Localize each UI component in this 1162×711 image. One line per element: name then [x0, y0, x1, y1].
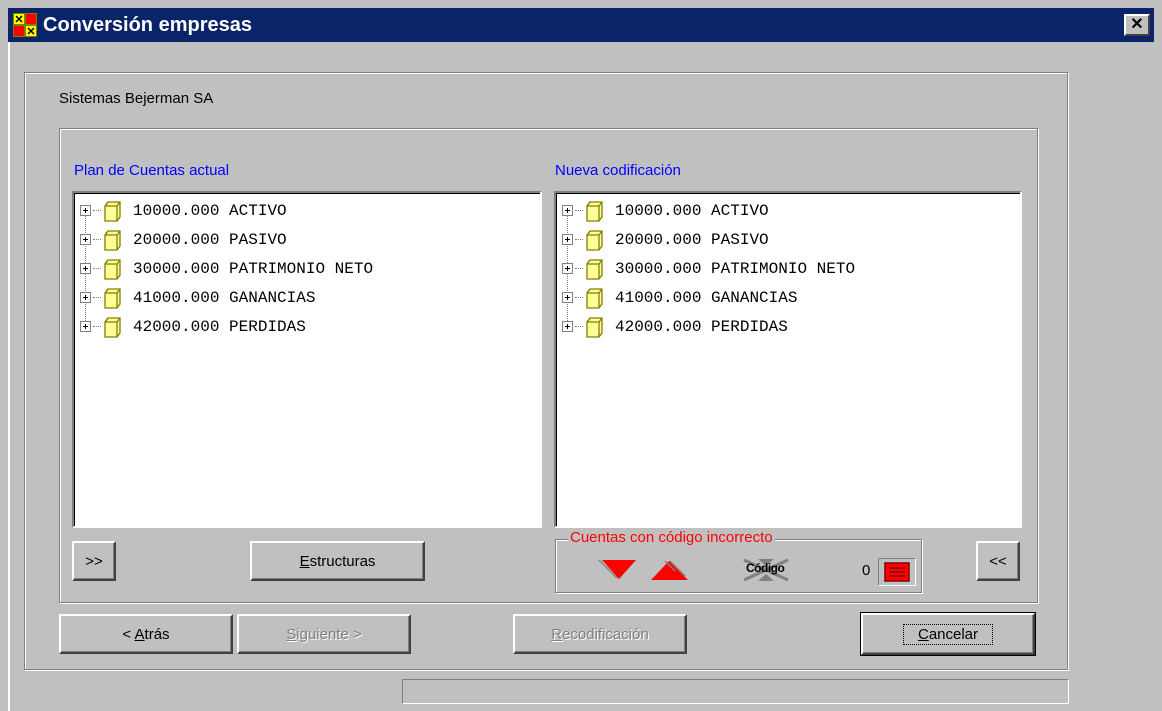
incorrect-list-button[interactable]	[878, 558, 916, 586]
account-name: PASIVO	[229, 230, 287, 249]
conversion-window: Conversión empresas ✕ Sistemas Bejerman …	[0, 0, 1162, 711]
tree-item[interactable]: 42000.000 PERDIDAS	[562, 312, 788, 341]
account-code: 42000.000	[615, 317, 702, 336]
estructuras-button[interactable]: Estructuras	[250, 541, 425, 581]
account-name: GANANCIAS	[711, 288, 798, 307]
move-right-button[interactable]: >>	[72, 541, 116, 581]
account-code: 41000.000	[615, 288, 702, 307]
folder-icon	[104, 258, 121, 280]
app-icon	[11, 11, 39, 39]
folder-icon	[586, 316, 603, 338]
folder-icon	[586, 200, 603, 222]
account-code: 30000.000	[615, 259, 702, 278]
tree-item[interactable]: 41000.000 GANANCIAS	[562, 283, 797, 312]
account-name: PATRIMONIO NETO	[229, 259, 374, 278]
incorrect-count: 0	[862, 562, 871, 579]
account-name: PASIVO	[711, 230, 769, 249]
expand-icon[interactable]	[562, 234, 573, 245]
account-code: 10000.000	[133, 201, 220, 220]
expand-icon[interactable]	[80, 321, 91, 332]
red-list-icon	[884, 562, 910, 582]
tree-item[interactable]: 41000.000 GANANCIAS	[80, 283, 315, 312]
tree-item[interactable]: 30000.000 PATRIMONIO NETO	[80, 254, 373, 283]
account-code: 10000.000	[615, 201, 702, 220]
next-incorrect-button[interactable]	[596, 557, 642, 583]
expand-icon[interactable]	[80, 263, 91, 274]
cancel-button[interactable]: Cancelar	[860, 612, 1036, 656]
account-code: 41000.000	[133, 288, 220, 307]
folder-icon	[586, 229, 603, 251]
account-name: ACTIVO	[229, 201, 287, 220]
tree-item[interactable]: 30000.000 PATRIMONIO NETO	[562, 254, 855, 283]
tree-item[interactable]: 10000.000 ACTIVO	[80, 196, 287, 225]
expand-icon[interactable]	[562, 263, 573, 274]
recode-button[interactable]: Recodificación	[513, 614, 687, 654]
status-bar-field	[402, 679, 1069, 704]
expand-icon[interactable]	[80, 205, 91, 216]
tree-item[interactable]: 10000.000 ACTIVO	[562, 196, 769, 225]
arrow-up-icon	[651, 561, 688, 580]
move-left-button[interactable]: <<	[976, 541, 1020, 581]
title-bar[interactable]: Conversión empresas ✕	[8, 8, 1154, 42]
folder-icon	[104, 200, 121, 222]
expand-icon[interactable]	[80, 292, 91, 303]
folder-icon	[586, 287, 603, 309]
account-name: GANANCIAS	[229, 288, 316, 307]
folder-icon	[104, 316, 121, 338]
code-tool-label: Código	[746, 561, 785, 575]
account-code: 20000.000	[133, 230, 220, 249]
tree-item[interactable]: 42000.000 PERDIDAS	[80, 312, 306, 341]
tree-item[interactable]: 20000.000 PASIVO	[562, 225, 769, 254]
account-code: 42000.000	[133, 317, 220, 336]
current-plan-label: Plan de Cuentas actual	[74, 162, 230, 179]
expand-icon[interactable]	[562, 205, 573, 216]
account-name: ACTIVO	[711, 201, 769, 220]
current-plan-tree[interactable]: 10000.000 ACTIVO 20000.000 PASIVO 30000.…	[72, 191, 542, 528]
folder-icon	[586, 258, 603, 280]
code-tool-button[interactable]: Código	[742, 558, 790, 582]
folder-icon	[104, 287, 121, 309]
new-coding-tree[interactable]: 10000.000 ACTIVO 20000.000 PASIVO 30000.…	[554, 191, 1022, 528]
account-code: 30000.000	[133, 259, 220, 278]
tree-item[interactable]: 20000.000 PASIVO	[80, 225, 287, 254]
account-name: PERDIDAS	[711, 317, 788, 336]
account-name: PERDIDAS	[229, 317, 306, 336]
close-button[interactable]: ✕	[1124, 14, 1150, 36]
account-code: 20000.000	[615, 230, 702, 249]
expand-icon[interactable]	[562, 292, 573, 303]
back-button[interactable]: < Atrás	[59, 614, 233, 654]
next-button[interactable]: Siguiente >	[237, 614, 411, 654]
account-name: PATRIMONIO NETO	[711, 259, 856, 278]
folder-icon	[104, 229, 121, 251]
incorrect-accounts-label: Cuentas con código incorrecto	[568, 529, 775, 546]
window-title: Conversión empresas	[43, 13, 252, 36]
close-icon: ✕	[1130, 16, 1144, 33]
window-frame-left	[8, 42, 10, 711]
previous-incorrect-button[interactable]	[646, 557, 692, 583]
new-coding-label: Nueva codificación	[555, 162, 681, 179]
expand-icon[interactable]	[80, 234, 91, 245]
expand-icon[interactable]	[562, 321, 573, 332]
arrow-down-icon	[598, 560, 636, 579]
company-name: Sistemas Bejerman SA	[59, 90, 214, 107]
